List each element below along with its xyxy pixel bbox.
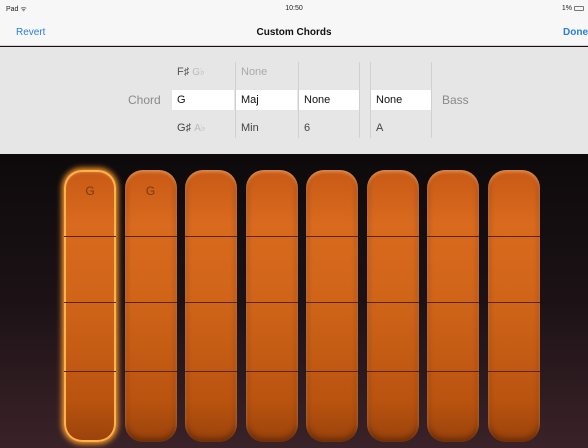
status-bar: Pad ᯤ 10:50 1%: [0, 0, 588, 20]
bass-wheel[interactable]: None A: [370, 62, 432, 138]
fret-line: [124, 302, 177, 303]
root-option-below[interactable]: G♯ A♭: [172, 118, 234, 138]
chord-strip-3[interactable]: [185, 170, 237, 442]
fret-line: [487, 302, 540, 303]
fret-line: [366, 236, 419, 237]
chord-strip-6[interactable]: [366, 170, 419, 442]
root-below-sharp: G♯: [177, 122, 192, 134]
fret-line: [366, 371, 419, 372]
quality-selected[interactable]: Maj: [236, 90, 297, 110]
fret-line: [64, 371, 116, 372]
page-title: Custom Chords: [256, 27, 332, 38]
quality-option-below[interactable]: Min: [236, 118, 297, 138]
extension-option-below[interactable]: 6: [299, 118, 359, 138]
fret-line: [185, 371, 237, 372]
chord-strip-5[interactable]: [306, 170, 358, 442]
extension-wheel[interactable]: None 6: [298, 62, 360, 138]
fret-line: [427, 236, 479, 237]
root-above-sharp: F♯: [177, 66, 190, 78]
fret-line: [487, 236, 540, 237]
fret-line: [245, 302, 298, 303]
fret-line: [124, 371, 177, 372]
nav-bar: Revert Custom Chords Done: [0, 20, 588, 46]
root-below-flat: A♭: [194, 123, 206, 134]
extension-selected[interactable]: None: [299, 90, 359, 110]
bass-label: Bass: [442, 93, 469, 107]
chord-strip-7[interactable]: [427, 170, 479, 442]
bass-option-below[interactable]: A: [371, 118, 431, 138]
chord-strip-1[interactable]: G: [64, 170, 116, 442]
chord-strip-label: G: [145, 184, 156, 198]
fret-line: [306, 302, 358, 303]
battery-percent: 1%: [561, 5, 572, 12]
chord-strip-8[interactable]: [487, 170, 540, 442]
root-option-above[interactable]: F♯ G♭: [172, 62, 234, 82]
fret-line: [487, 371, 540, 372]
chord-strip-2[interactable]: G: [124, 170, 177, 442]
fret-line: [124, 236, 177, 237]
quality-wheel[interactable]: None Maj Min: [235, 62, 297, 138]
chord-picker: Chord F♯ G♭ G G♯ A♭ None Maj Min None 6 No…: [0, 47, 588, 154]
chord-strip-label: G: [85, 184, 95, 198]
fret-line: [427, 302, 479, 303]
fret-line: [64, 236, 116, 237]
done-button[interactable]: Done: [563, 27, 588, 38]
bass-selected[interactable]: None: [371, 90, 431, 110]
chord-label: Chord: [128, 93, 161, 107]
fret-line: [245, 371, 298, 372]
chord-strip-4[interactable]: [245, 170, 298, 442]
fret-line: [306, 371, 358, 372]
extension-option-above[interactable]: [299, 62, 359, 82]
fret-line: [427, 371, 479, 372]
fret-line: [245, 236, 298, 237]
fret-line: [185, 236, 237, 237]
status-time: 10:50: [285, 5, 303, 12]
root-above-flat: G♭: [192, 67, 205, 78]
fret-line: [185, 302, 237, 303]
quality-option-above[interactable]: None: [236, 62, 297, 82]
root-wheel[interactable]: F♯ G♭ G G♯ A♭: [172, 62, 234, 138]
battery-status: 1%: [562, 5, 584, 12]
fret-line: [64, 302, 116, 303]
fret-line: [306, 236, 358, 237]
bass-option-above[interactable]: [371, 62, 431, 82]
fret-line: [366, 302, 419, 303]
battery-icon: [574, 6, 584, 11]
root-selected[interactable]: G: [172, 90, 234, 110]
